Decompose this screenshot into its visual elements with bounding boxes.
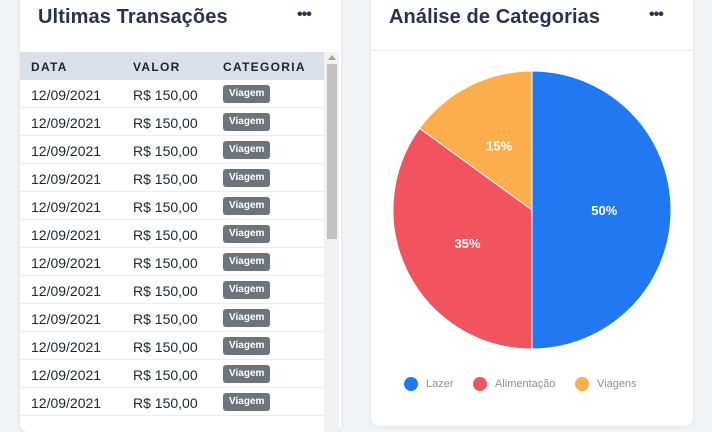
column-header-data: DATA — [31, 60, 68, 74]
categories-more-options-icon[interactable]: ••• — [649, 7, 664, 23]
row-date: 12/09/2021 — [31, 87, 102, 103]
category-badge: Viagem — [223, 141, 271, 159]
chart-legend: Lazer Alimentação Viagens — [371, 375, 693, 395]
row-value: R$ 150,00 — [133, 311, 198, 327]
legend-item[interactable]: Viagens — [575, 377, 637, 391]
row-value: R$ 150,00 — [133, 255, 198, 271]
transactions-title: Ultimas Transações — [38, 6, 228, 28]
legend-item[interactable]: Lazer — [404, 377, 454, 391]
transactions-card: Ultimas Transações ••• DATA VALOR CATEGO… — [20, 0, 341, 432]
row-value: R$ 150,00 — [133, 395, 198, 411]
category-badge: Viagem — [223, 253, 271, 271]
table-row[interactable]: 12/09/2021 R$ 150,00 Viagem — [20, 360, 324, 388]
row-value: R$ 150,00 — [133, 283, 198, 299]
scrollbar-thumb[interactable] — [327, 64, 337, 239]
legend-color-dot — [404, 377, 418, 391]
category-badge: Viagem — [223, 85, 271, 103]
table-row[interactable]: 12/09/2021 R$ 150,00 Viagem — [20, 108, 324, 136]
table-row[interactable]: 12/09/2021 R$ 150,00 Viagem — [20, 192, 324, 220]
category-badge: Viagem — [223, 281, 271, 299]
row-date: 12/09/2021 — [31, 255, 102, 271]
pie-value-label: 35% — [455, 236, 481, 251]
table-row[interactable]: 12/09/2021 R$ 150,00 Viagem — [20, 220, 324, 248]
categories-card: Análise de Categorias ••• 50% 35% 15% Laze… — [371, 0, 693, 426]
row-date: 12/09/2021 — [31, 227, 102, 243]
category-badge: Viagem — [223, 337, 271, 355]
row-value: R$ 150,00 — [133, 227, 198, 243]
table-row[interactable]: 12/09/2021 R$ 150,00 Viagem — [20, 388, 324, 416]
table-row[interactable]: 12/09/2021 R$ 150,00 Viagem — [20, 80, 324, 108]
category-badge: Viagem — [223, 197, 271, 215]
row-value: R$ 150,00 — [133, 143, 198, 159]
column-header-valor: VALOR — [133, 60, 181, 74]
table-header: DATA VALOR CATEGORIA — [20, 52, 324, 80]
row-value: R$ 150,00 — [133, 115, 198, 131]
category-badge: Viagem — [223, 169, 271, 187]
legend-label: Alimentação — [495, 378, 556, 390]
row-date: 12/09/2021 — [31, 339, 102, 355]
card-divider — [371, 50, 693, 51]
scroll-up-arrow-icon[interactable] — [328, 55, 336, 60]
transactions-more-options-icon[interactable]: ••• — [297, 7, 312, 23]
row-value: R$ 150,00 — [133, 339, 198, 355]
category-badge: Viagem — [223, 393, 271, 411]
row-date: 12/09/2021 — [31, 283, 102, 299]
table-row[interactable]: 12/09/2021 R$ 150,00 Viagem — [20, 248, 324, 276]
category-badge: Viagem — [223, 365, 271, 383]
table-body: 12/09/2021 R$ 150,00 Viagem 12/09/2021 R$ 15… — [20, 80, 324, 416]
legend-color-dot — [575, 377, 589, 391]
pie-value-label: 50% — [591, 203, 617, 218]
category-pie-chart: 50% 35% 15% Lazer Alimentação Viagens — [371, 52, 693, 422]
row-date: 12/09/2021 — [31, 311, 102, 327]
category-badge: Viagem — [223, 113, 271, 131]
legend-item[interactable]: Alimentação — [473, 377, 556, 391]
table-row[interactable]: 12/09/2021 R$ 150,00 Viagem — [20, 164, 324, 192]
table-row[interactable]: 12/09/2021 R$ 150,00 Viagem — [20, 276, 324, 304]
table-row[interactable]: 12/09/2021 R$ 150,00 Viagem — [20, 136, 324, 164]
category-badge: Viagem — [223, 225, 271, 243]
legend-label: Lazer — [426, 378, 454, 390]
categories-title: Análise de Categorias — [389, 6, 601, 28]
row-date: 12/09/2021 — [31, 115, 102, 131]
category-badge: Viagem — [223, 309, 271, 327]
row-date: 12/09/2021 — [31, 171, 102, 187]
legend-color-dot — [473, 377, 487, 391]
row-value: R$ 150,00 — [133, 171, 198, 187]
row-value: R$ 150,00 — [133, 199, 198, 215]
row-date: 12/09/2021 — [31, 395, 102, 411]
row-value: R$ 150,00 — [133, 367, 198, 383]
table-row[interactable]: 12/09/2021 R$ 150,00 Viagem — [20, 304, 324, 332]
table-scrollbar[interactable] — [324, 52, 339, 432]
row-date: 12/09/2021 — [31, 143, 102, 159]
table-row[interactable]: 12/09/2021 R$ 150,00 Viagem — [20, 332, 324, 360]
row-date: 12/09/2021 — [31, 367, 102, 383]
pie-value-label: 15% — [486, 139, 512, 154]
column-header-categoria: CATEGORIA — [223, 60, 306, 74]
row-date: 12/09/2021 — [31, 199, 102, 215]
legend-label: Viagens — [597, 378, 637, 390]
transactions-table: DATA VALOR CATEGORIA 12/09/2021 R$ 150,00… — [20, 52, 341, 432]
row-value: R$ 150,00 — [133, 87, 198, 103]
pie-svg: 50% 35% 15% — [392, 70, 672, 350]
